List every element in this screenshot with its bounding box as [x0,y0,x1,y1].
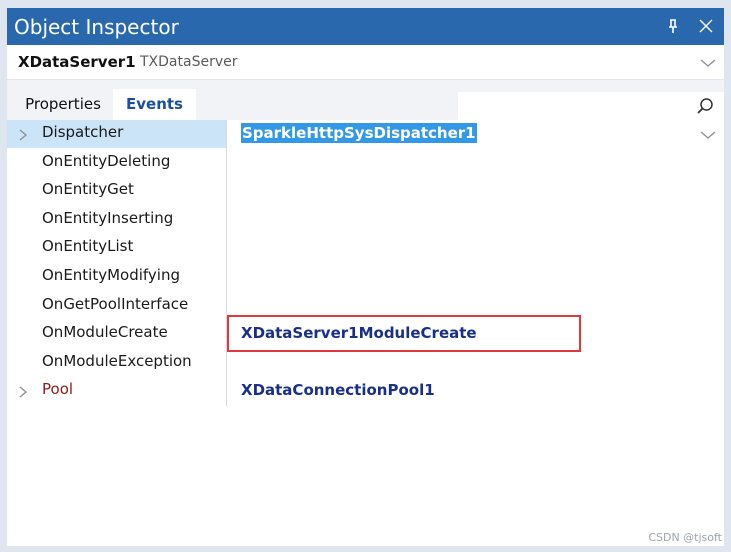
watermark: CSDN @tjsoft [648,531,722,544]
event-row-onentitymodifying[interactable]: OnEntityModifying [7,263,724,292]
event-row-onentitydeleting[interactable]: OnEntityDeleting [7,149,724,178]
chevron-down-icon[interactable] [700,58,716,68]
search-icon[interactable] [696,97,714,115]
chevron-down-icon[interactable] [700,130,716,140]
column-divider[interactable] [226,120,227,406]
event-name: OnEntityDeleting [42,151,171,170]
window-title: Object Inspector [14,15,179,39]
event-name: OnEntityModifying [42,266,181,284]
chevron-right-icon[interactable] [18,129,28,141]
event-name: OnModuleCreate [42,323,168,342]
event-name: OnEntityGet [42,180,134,199]
event-grid: Dispatcher SparkleHttpSysDispatcher1 OnE… [7,120,724,404]
close-icon[interactable] [697,17,715,35]
chevron-right-icon[interactable] [18,386,28,398]
event-row-dispatcher[interactable]: Dispatcher SparkleHttpSysDispatcher1 [7,120,724,149]
event-name: Pool [42,380,74,399]
tab-events[interactable]: Events [113,89,196,120]
annotation-highlight-box [227,315,581,352]
title-bar[interactable]: Object Inspector [7,8,724,45]
event-row-onentityinserting[interactable]: OnEntityInserting [7,206,724,235]
event-value[interactable]: SparkleHttpSysDispatcher1 [241,123,477,143]
tab-bar: Properties Events [7,80,724,120]
event-value[interactable]: XDataConnectionPool1 [241,381,435,399]
object-type: TXDataServer [140,54,238,70]
object-inspector-window: Object Inspector XDataServer1 TXDataServ… [7,8,724,546]
event-name: Dispatcher [42,123,124,141]
event-name: OnEntityList [42,237,134,256]
event-row-onentityget[interactable]: OnEntityGet [7,177,724,206]
event-name: OnGetPoolInterface [42,294,189,313]
object-name: XDataServer1 [18,53,136,71]
pin-icon[interactable] [664,17,682,35]
search-input[interactable] [458,92,724,120]
event-row-onmoduleexception[interactable]: OnModuleException [7,349,724,378]
event-row-onentitylist[interactable]: OnEntityList [7,234,724,263]
event-name: OnModuleException [42,351,192,370]
event-name: OnEntityInserting [42,208,174,227]
object-selector[interactable]: XDataServer1 TXDataServer [7,45,724,80]
tab-properties[interactable]: Properties [15,89,111,120]
event-row-pool[interactable]: Pool XDataConnectionPool1 [7,377,724,406]
